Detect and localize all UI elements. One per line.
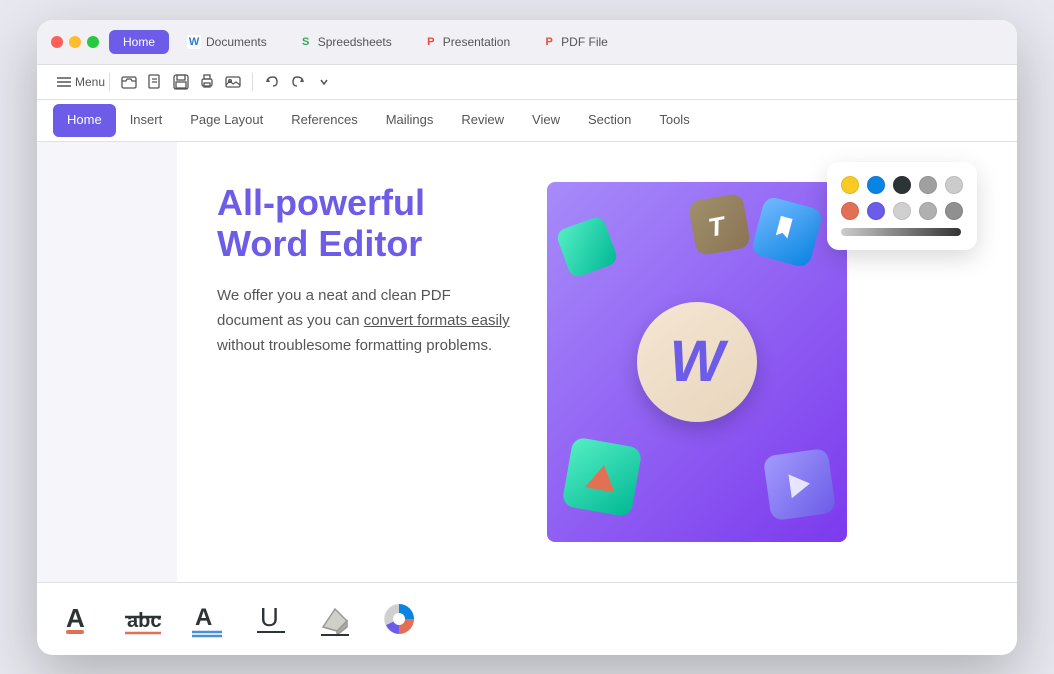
menu-label: Menu: [79, 71, 101, 93]
title-bar: Home W Documents S Spreedsheets P Presen…: [37, 20, 1017, 65]
underlined-text: convert formats easily: [364, 312, 510, 329]
undo-icon[interactable]: [261, 71, 283, 93]
eraser-icon: [313, 597, 357, 641]
close-dot[interactable]: [51, 36, 63, 48]
toolbar-sep-1: [109, 73, 110, 91]
tab-spreadsheets-label: Spreedsheets: [318, 35, 392, 49]
color-row-2: [841, 202, 963, 220]
font-color-button[interactable]: A: [57, 597, 101, 641]
nav-insert[interactable]: Insert: [116, 104, 177, 137]
nav-references[interactable]: References: [277, 104, 371, 137]
traffic-lights: [51, 36, 99, 48]
color-black[interactable]: [893, 176, 911, 194]
color-gray-3[interactable]: [919, 202, 937, 220]
color-purple[interactable]: [867, 202, 885, 220]
text-section: All-powerful Word Editor We offer you a …: [217, 182, 517, 542]
color-picker-popup: [827, 162, 977, 250]
menu-icon[interactable]: [53, 71, 75, 93]
bottom-toolbar: A abc A: [37, 582, 1017, 655]
nav-mailings[interactable]: Mailings: [372, 104, 448, 137]
image-icon[interactable]: [222, 71, 244, 93]
nav-page-layout[interactable]: Page Layout: [176, 104, 277, 137]
underline-u-icon: U: [249, 597, 293, 641]
ppt-icon: P: [424, 35, 438, 49]
toolbar: Menu: [37, 65, 1017, 100]
print-icon[interactable]: [196, 71, 218, 93]
color-red[interactable]: [841, 202, 859, 220]
tab-presentation-label: Presentation: [443, 35, 510, 49]
word-icon: W: [187, 35, 201, 49]
color-gray[interactable]: [919, 176, 937, 194]
color-gray-4[interactable]: [945, 202, 963, 220]
strikethrough-icon: abc: [121, 597, 165, 641]
font-underline-button[interactable]: A: [185, 597, 229, 641]
tab-home-label: Home: [123, 35, 155, 49]
tab-bar: Home W Documents S Spreedsheets P Presen…: [109, 30, 1003, 54]
svg-text:abc: abc: [127, 610, 161, 632]
body-text: We offer you a neat and clean PDF docume…: [217, 284, 517, 358]
new-file-icon[interactable]: [144, 71, 166, 93]
color-yellow[interactable]: [841, 176, 859, 194]
svg-text:A: A: [195, 604, 212, 631]
underline-button[interactable]: U: [249, 597, 293, 641]
svg-text:A: A: [66, 603, 85, 633]
nav-tools[interactable]: Tools: [645, 104, 703, 137]
eraser-button[interactable]: [313, 597, 357, 641]
svg-text:T: T: [705, 209, 728, 242]
tab-pdf-label: PDF File: [561, 35, 608, 49]
strikethrough-button[interactable]: abc: [121, 597, 165, 641]
nav-home[interactable]: Home: [53, 104, 116, 137]
float-element-5: [763, 447, 836, 520]
float-element-2: [750, 195, 823, 268]
word-3d-icon: W: [637, 302, 757, 422]
color-gray-2[interactable]: [893, 202, 911, 220]
nav-section[interactable]: Section: [574, 104, 645, 137]
svg-text:U: U: [260, 602, 279, 632]
triangle-right-icon: [788, 471, 811, 498]
triangle-icon: [585, 462, 619, 492]
dropdown-icon[interactable]: [313, 71, 335, 93]
nav-review[interactable]: Review: [447, 104, 518, 137]
browser-window: Home W Documents S Spreedsheets P Presen…: [37, 20, 1017, 655]
left-margin: [37, 142, 177, 582]
tab-spreadsheets[interactable]: S Spreedsheets: [285, 30, 406, 54]
tab-presentation[interactable]: P Presentation: [410, 30, 524, 54]
word-3d-letter: W: [670, 328, 725, 395]
tab-documents[interactable]: W Documents: [173, 30, 281, 54]
pie-chart-icon: [377, 597, 421, 641]
color-slider[interactable]: [841, 228, 961, 236]
font-color-icon: A: [57, 597, 101, 641]
open-file-icon[interactable]: [118, 71, 140, 93]
tab-home[interactable]: Home: [109, 30, 169, 54]
tab-documents-label: Documents: [206, 35, 267, 49]
save-icon[interactable]: [170, 71, 192, 93]
redo-icon[interactable]: [287, 71, 309, 93]
nav-view[interactable]: View: [518, 104, 574, 137]
font-underline-icon: A: [185, 597, 229, 641]
float-element-4: [561, 436, 642, 517]
sheets-icon: S: [299, 35, 313, 49]
headline: All-powerful Word Editor: [217, 182, 517, 265]
toolbar-sep-2: [252, 73, 253, 91]
hero-image: T W: [547, 182, 847, 542]
float-element-1: T: [688, 192, 752, 256]
tab-pdf[interactable]: P PDF File: [528, 30, 622, 54]
color-light-gray[interactable]: [945, 176, 963, 194]
float-element-3: [555, 214, 619, 278]
nav-bar: Home Insert Page Layout References Maili…: [37, 100, 1017, 142]
maximize-dot[interactable]: [87, 36, 99, 48]
pie-chart-button[interactable]: [377, 597, 421, 641]
minimize-dot[interactable]: [69, 36, 81, 48]
color-blue[interactable]: [867, 176, 885, 194]
pdf-icon: P: [542, 35, 556, 49]
color-row-1: [841, 176, 963, 194]
main-content: All-powerful Word Editor We offer you a …: [37, 142, 1017, 582]
